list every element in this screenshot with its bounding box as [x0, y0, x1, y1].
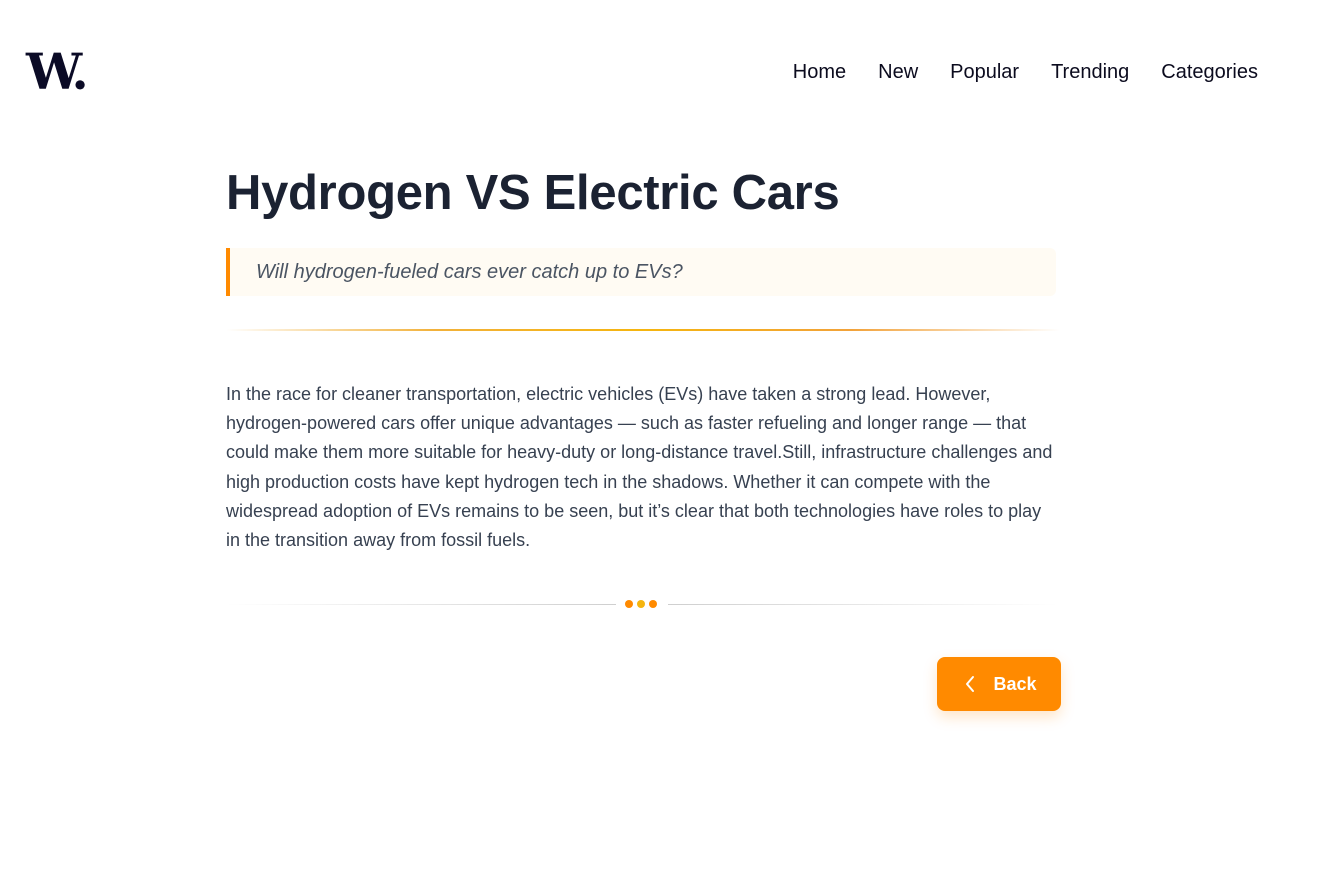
article-title: Hydrogen VS Electric Cars: [226, 166, 840, 220]
divider-line-right: [668, 604, 1058, 605]
main-nav: Home New Popular Trending Categories: [793, 58, 1258, 86]
gold-divider: [226, 329, 1060, 331]
dot-2: [637, 600, 645, 608]
dots-divider: [226, 600, 1060, 608]
page: W. Home New Popular Trending Categories …: [0, 0, 1344, 883]
nav-home[interactable]: Home: [793, 58, 846, 86]
back-button[interactable]: Back: [937, 657, 1061, 711]
divider-line-left: [226, 604, 616, 605]
article: Hydrogen VS Electric Cars Will hydrogen-…: [226, 160, 1060, 608]
back-button-label: Back: [993, 673, 1037, 694]
nav-categories[interactable]: Categories: [1161, 58, 1258, 86]
nav-trending[interactable]: Trending: [1051, 58, 1129, 86]
nav-new[interactable]: New: [878, 58, 918, 86]
dot-3: [649, 600, 657, 608]
nav-popular[interactable]: Popular: [950, 58, 1019, 86]
chevron-left-icon: [961, 675, 979, 693]
dot-1: [625, 600, 633, 608]
article-subtitle: Will hydrogen-fueled cars ever catch up …: [256, 260, 683, 283]
subtitle-callout: Will hydrogen-fueled cars ever catch up …: [226, 248, 1056, 296]
dots-ornament: [625, 600, 657, 608]
article-body: In the race for cleaner transportation, …: [226, 384, 1053, 551]
site-logo[interactable]: W.: [26, 44, 89, 100]
